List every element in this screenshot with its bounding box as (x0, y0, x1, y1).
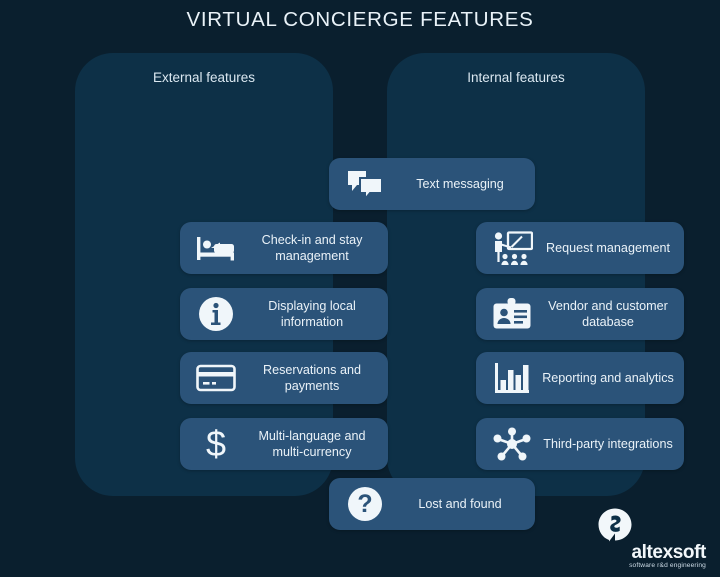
altexsoft-tagline: software r&d engineering (629, 562, 706, 569)
network-hub-icon (486, 427, 538, 461)
feature-card-text-messaging[interactable]: Text messaging (329, 158, 535, 210)
feature-card-label: Check-in and stay management (261, 233, 363, 263)
page-title: VIRTUAL CONCIERGE FEATURES (186, 8, 534, 31)
feature-card-displaying-local-information[interactable]: Displaying local information (180, 288, 388, 340)
id-badge-icon (486, 298, 538, 330)
altexsoft-logo-mark (598, 508, 632, 542)
feature-card-third-party-integrations[interactable]: Third-party integrations (476, 418, 684, 470)
question-mark-circle-icon: ? (339, 486, 391, 522)
features-diagram: External features Internal features Text… (75, 53, 684, 530)
feature-card-multi-language-and-multi-currency[interactable]: $ Multi-language and multi-currency (180, 418, 388, 470)
feature-card-reporting-and-analytics[interactable]: Reporting and analytics (476, 352, 684, 404)
feature-card-label: Third-party integrations (543, 437, 673, 451)
feature-card-label: Lost and found (418, 497, 502, 511)
feature-card-label: Text messaging (416, 177, 504, 191)
info-circle-icon (190, 296, 242, 332)
svg-text:$: $ (206, 425, 226, 463)
panel-heading-internal: Internal features (467, 70, 565, 85)
feature-card-label: Displaying local information (268, 299, 356, 329)
bar-chart-icon (486, 362, 538, 394)
feature-card-vendor-and-customer-database[interactable]: Vendor and customer database (476, 288, 684, 340)
feature-card-label: Vendor and customer database (548, 299, 668, 329)
feature-card-lost-and-found[interactable]: ? Lost and found (329, 478, 535, 530)
altexsoft-wordmark: altexsoft (631, 542, 706, 563)
dollar-sign-icon: $ (190, 425, 242, 463)
feature-card-label: Multi-language and multi-currency (258, 429, 366, 459)
chat-bubbles-icon (339, 169, 391, 199)
credit-card-icon (190, 364, 242, 392)
presenter-whiteboard-icon (486, 231, 538, 265)
feature-card-request-management[interactable]: Request management (476, 222, 684, 274)
feature-card-reservations-and-payments[interactable]: Reservations and payments (180, 352, 388, 404)
panel-heading-external: External features (152, 70, 256, 85)
feature-card-label: Request management (546, 241, 670, 255)
svg-text:?: ? (357, 490, 372, 518)
feature-card-check-in-and-stay-management[interactable]: Check-in and stay management (180, 222, 388, 274)
bed-icon (190, 233, 242, 263)
altexsoft-logo: altexsoft software r&d engineering (594, 508, 706, 570)
feature-card-label: Reporting and analytics (542, 371, 674, 385)
feature-card-label: Reservations and payments (262, 363, 361, 393)
